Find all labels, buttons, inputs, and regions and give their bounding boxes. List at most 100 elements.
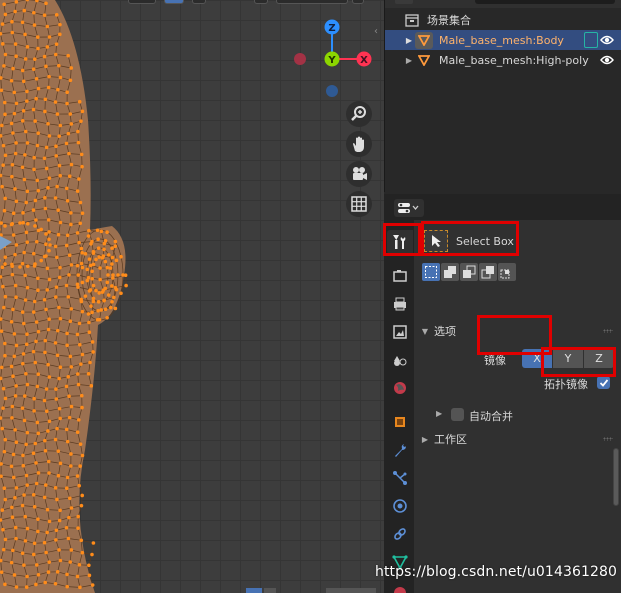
outliner-filter-button[interactable] (395, 0, 413, 4)
selection-mode-buttons (422, 263, 517, 281)
pan-button[interactable] (346, 131, 372, 157)
properties-tabs (384, 220, 414, 593)
workspace-panel-header[interactable]: ▶ 工作区 (414, 428, 621, 450)
mirror-y-button[interactable]: Y (553, 349, 583, 368)
outliner-header (385, 0, 621, 8)
ortho-toggle-button[interactable] (346, 191, 372, 217)
mesh-object-icon (415, 31, 433, 49)
mode-subtract-button[interactable] (460, 263, 478, 281)
footer-field[interactable] (326, 588, 376, 593)
printer-icon (394, 297, 406, 311)
mirror-axis-buttons: X Y Z (522, 349, 615, 368)
outliner-item-label: Male_base_mesh:Body (439, 33, 564, 47)
mode-subtract-icon (463, 265, 476, 278)
expand-arrow-icon: ▶ (421, 434, 429, 444)
mode-intersect-button[interactable] (498, 263, 516, 281)
camera-icon (353, 167, 367, 180)
collapse-arrow-icon: ▼ (421, 326, 429, 336)
modifier-icon (584, 32, 598, 48)
camera-view-button[interactable] (346, 161, 372, 187)
tab-view-layer[interactable] (387, 320, 413, 344)
scene-drops-icon (394, 356, 407, 366)
footer-toggle-2[interactable] (264, 588, 276, 593)
drag-grip-icon[interactable] (603, 329, 613, 333)
grid-icon (351, 196, 367, 212)
visibility-eye-icon[interactable] (600, 53, 614, 67)
zoom-button[interactable] (346, 101, 372, 127)
active-tool-name: Select Box (456, 234, 514, 248)
3d-viewport[interactable]: ‹ Z Y X (0, 0, 384, 593)
overlay-toggle[interactable] (192, 0, 206, 4)
mode-intersect-icon (500, 269, 510, 279)
options-label: 选项 (434, 325, 456, 338)
viewport-toggle[interactable] (164, 0, 184, 4)
outliner-scene-collection[interactable]: 场景集合 (385, 10, 621, 30)
workspace-label: 工作区 (434, 433, 467, 446)
auto-merge-checkbox[interactable] (451, 408, 464, 421)
mode-extend-button[interactable] (441, 263, 459, 281)
mesh-object-icon (415, 52, 433, 69)
tab-output[interactable] (387, 292, 413, 316)
auto-merge-row[interactable]: ▶ 自动合并 (414, 405, 621, 425)
zoom-icon (351, 106, 366, 121)
constraint-link-icon (394, 528, 406, 540)
shading-dropdown[interactable] (352, 0, 364, 4)
gizmo-x-label: X (360, 55, 368, 66)
collection-box-icon (405, 13, 419, 27)
active-tool-row[interactable]: Select Box (424, 228, 514, 254)
outliner[interactable]: 场景集合 ▶ Male_base_mesh:Body ▶ Male_base_m… (384, 0, 621, 192)
tab-scene[interactable] (387, 348, 413, 372)
topology-mirror-checkbox[interactable] (597, 376, 610, 389)
viewport-footer (246, 588, 384, 593)
properties-editor[interactable]: Select Box ▼ 选项 镜像 X Y Z 拓扑镜像 ▶ 自动合并 ▶ 工… (384, 194, 621, 593)
topology-mirror-row[interactable]: 拓扑镜像 (414, 373, 621, 393)
particles-icon (393, 471, 407, 485)
tab-material[interactable] (387, 580, 413, 593)
viewport-dropdown[interactable] (128, 0, 156, 4)
xray-toggle[interactable] (254, 0, 268, 4)
mode-set-icon (425, 266, 437, 278)
mirror-z-button[interactable]: Z (584, 349, 614, 368)
mirror-row: 镜像 X Y Z (414, 348, 621, 370)
tab-object[interactable] (387, 410, 413, 434)
toggle-editor-icon (398, 203, 419, 213)
footer-toggle[interactable] (246, 588, 262, 593)
gizmo-neg-x[interactable] (294, 53, 306, 65)
visibility-eye-icon[interactable] (600, 33, 614, 47)
tab-world[interactable] (387, 376, 413, 400)
mode-extend-icon (444, 266, 456, 278)
tab-physics[interactable] (387, 494, 413, 518)
shading-mode-buttons[interactable] (276, 0, 348, 4)
mode-invert-button[interactable] (479, 263, 497, 281)
physics-orbit-icon (393, 499, 407, 513)
material-sphere-icon (394, 587, 406, 593)
tab-modifiers[interactable] (387, 438, 413, 462)
navigation-gizmo[interactable]: Z Y X (290, 15, 380, 105)
drag-grip-icon[interactable] (603, 437, 613, 441)
mirror-label: 镜像 (484, 354, 506, 367)
editor-type-dropdown[interactable] (394, 199, 424, 217)
tab-tool[interactable] (387, 230, 413, 254)
tab-render[interactable] (387, 264, 413, 288)
outliner-item-label: Male_base_mesh:High-poly (439, 53, 589, 67)
expand-arrow-icon[interactable]: ▶ (403, 56, 415, 65)
mirror-x-button[interactable]: X (522, 349, 552, 368)
outliner-item-body[interactable]: ▶ Male_base_mesh:Body (385, 30, 621, 50)
scene-collection-label: 场景集合 (427, 14, 471, 27)
world-globe-icon (394, 382, 406, 394)
expand-arrow-icon[interactable]: ▶ (436, 409, 442, 418)
gizmo-neg-z[interactable] (326, 85, 338, 97)
wrench-icon (395, 444, 406, 457)
properties-scrollbar[interactable] (613, 448, 619, 506)
topology-mirror-label: 拓扑镜像 (544, 378, 588, 391)
watermark-text: https://blog.csdn.net/u014361280 (375, 564, 617, 580)
expand-arrow-icon[interactable]: ▶ (403, 36, 415, 45)
options-panel-header[interactable]: ▼ 选项 (414, 320, 621, 342)
outliner-search-input[interactable] (475, 0, 615, 4)
mode-invert-icon (481, 266, 494, 279)
mode-set-button[interactable] (422, 263, 440, 281)
tab-constraints[interactable] (387, 522, 413, 546)
tab-particles[interactable] (387, 466, 413, 490)
gizmo-y-label: Y (327, 55, 336, 66)
outliner-item-highpoly[interactable]: ▶ Male_base_mesh:High-poly (385, 50, 621, 70)
